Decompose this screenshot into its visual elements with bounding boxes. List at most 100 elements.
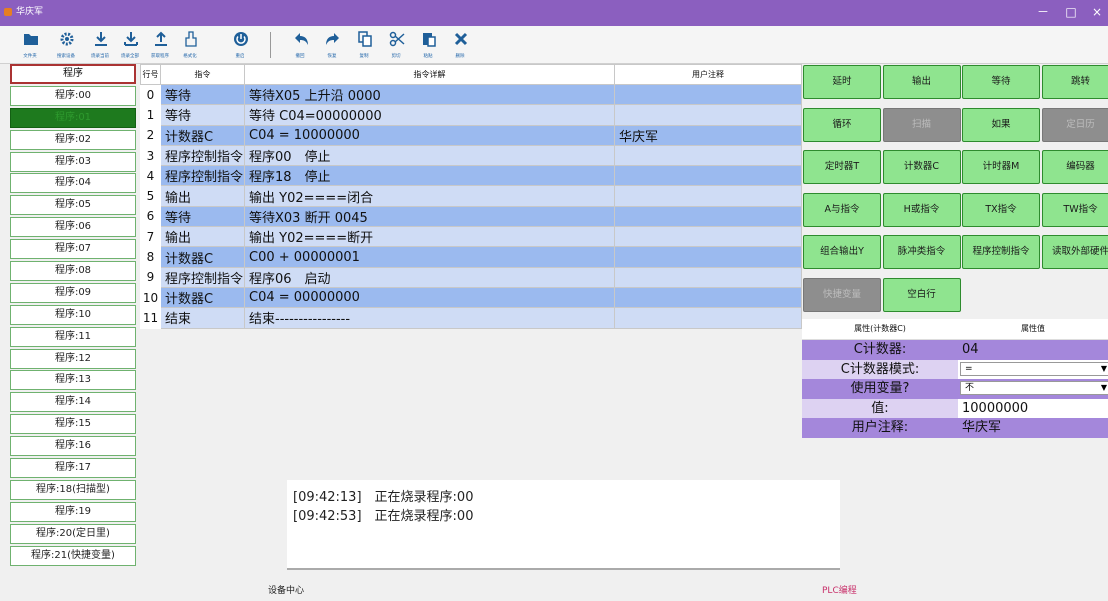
cell-detail[interactable]: 等待 C04=00000000: [244, 104, 615, 126]
instruction-button[interactable]: 编码器: [1041, 150, 1108, 184]
cell-comment[interactable]: [614, 286, 802, 309]
close-button[interactable]: ×: [1084, 2, 1108, 22]
program-item[interactable]: 程序:04: [10, 173, 136, 194]
cell-detail[interactable]: 输出 Y02====闭合: [244, 185, 615, 207]
program-item[interactable]: 程序:11: [10, 326, 136, 347]
table-row[interactable]: 6 等待 等待X03 断开 0045: [140, 205, 802, 228]
program-item[interactable]: 程序:18(扫描型): [10, 479, 136, 500]
cell-detail[interactable]: 输出 Y02====断开: [244, 226, 615, 248]
cell-instr[interactable]: 输出: [160, 185, 245, 207]
restart-button[interactable]: 重启: [226, 29, 254, 61]
instruction-button[interactable]: H或指令: [882, 192, 961, 227]
cell-comment[interactable]: [614, 307, 802, 329]
cut-button[interactable]: 剪切: [382, 29, 410, 61]
program-item[interactable]: 程序:09: [10, 282, 136, 303]
cell-detail[interactable]: 程序00 停止: [244, 144, 615, 167]
cell-line[interactable]: 6: [140, 205, 161, 228]
instruction-button[interactable]: 定时器T: [803, 150, 881, 184]
cell-instr[interactable]: 等待: [160, 104, 245, 126]
instruction-button[interactable]: 空白行: [882, 277, 961, 312]
table-row[interactable]: 1 等待 等待 C04=00000000: [140, 104, 802, 126]
table-row[interactable]: 7 输出 输出 Y02====断开: [140, 226, 802, 248]
instruction-button[interactable]: 程序控制指令: [962, 235, 1040, 269]
cell-detail[interactable]: 结束----------------: [244, 307, 615, 329]
cell-line[interactable]: 5: [140, 185, 161, 207]
cell-line[interactable]: 11: [140, 307, 161, 329]
cell-instr[interactable]: 程序控制指令: [160, 165, 245, 187]
cell-line[interactable]: 7: [140, 226, 161, 248]
program-item[interactable]: 程序:00: [10, 85, 136, 106]
cell-detail[interactable]: C00 + 00000001: [244, 246, 615, 268]
cell-instr[interactable]: 程序控制指令: [160, 144, 245, 167]
program-item[interactable]: 程序:20(定日里): [10, 523, 136, 544]
program-item[interactable]: 程序:03: [10, 151, 136, 172]
table-row[interactable]: 3 程序控制指令 程序00 停止: [140, 144, 802, 167]
instruction-button[interactable]: 跳转: [1041, 65, 1108, 99]
undo-button[interactable]: 撤回: [286, 29, 314, 61]
redo-button[interactable]: 恢复: [318, 29, 346, 61]
cell-detail[interactable]: 等待X03 断开 0045: [244, 205, 615, 228]
program-item[interactable]: 程序:01: [10, 107, 136, 128]
program-item[interactable]: 程序:21(快捷变量): [10, 545, 136, 566]
table-row[interactable]: 10 计数器C C04 = 00000000: [140, 286, 802, 309]
instruction-button[interactable]: TX指令: [962, 192, 1040, 227]
program-item[interactable]: 程序:14: [10, 392, 136, 413]
folder-button[interactable]: 文件夹: [16, 29, 44, 61]
cell-comment[interactable]: [614, 104, 802, 126]
cell-comment[interactable]: [614, 226, 802, 248]
delete-button[interactable]: 删除: [446, 29, 474, 61]
table-row[interactable]: 4 程序控制指令 程序18 停止: [140, 165, 802, 187]
cell-detail[interactable]: 程序18 停止: [244, 165, 615, 187]
program-item[interactable]: 程序:19: [10, 501, 136, 522]
cell-instr[interactable]: 计数器C: [160, 286, 245, 309]
cell-instr[interactable]: 程序控制指令: [160, 266, 245, 288]
cell-instr[interactable]: 输出: [160, 226, 245, 248]
cell-comment[interactable]: [614, 83, 802, 106]
instruction-button[interactable]: 延时: [803, 65, 881, 99]
program-item[interactable]: 程序:13: [10, 370, 136, 391]
table-row[interactable]: 8 计数器C C00 + 00000001: [140, 246, 802, 268]
program-item[interactable]: 程序:16: [10, 436, 136, 457]
tab-device-center[interactable]: 设备中心: [268, 583, 304, 596]
instruction-button[interactable]: 计数器C: [882, 150, 961, 184]
cell-comment[interactable]: [614, 205, 802, 228]
cell-instr[interactable]: 计数器C: [160, 124, 245, 146]
tab-plc-programming[interactable]: PLC编程: [822, 583, 857, 596]
maximize-button[interactable]: □: [1058, 2, 1084, 22]
program-item[interactable]: 程序:12: [10, 348, 136, 369]
program-item[interactable]: 程序:17: [10, 458, 136, 479]
property-select[interactable]: 不 ▼: [960, 381, 1108, 395]
copy-button[interactable]: 复制: [350, 29, 378, 61]
program-item[interactable]: 程序:06: [10, 217, 136, 238]
instruction-button[interactable]: 扫描: [882, 107, 961, 142]
instruction-button[interactable]: 输出: [882, 65, 961, 99]
cell-instr[interactable]: 等待: [160, 205, 245, 228]
program-item[interactable]: 程序:15: [10, 414, 136, 435]
burn-all-button[interactable]: 烧录全部: [116, 29, 144, 61]
cell-comment[interactable]: 华庆军: [614, 124, 802, 146]
cell-comment[interactable]: [614, 144, 802, 167]
cell-line[interactable]: 9: [140, 266, 161, 288]
instruction-button[interactable]: 定日历: [1041, 107, 1108, 142]
table-row[interactable]: 11 结束 结束----------------: [140, 307, 802, 329]
cell-comment[interactable]: [614, 246, 802, 268]
cell-line[interactable]: 2: [140, 124, 161, 146]
format-button[interactable]: 格式化: [176, 29, 204, 61]
instruction-button[interactable]: A与指令: [803, 192, 881, 227]
cell-line[interactable]: 10: [140, 286, 161, 309]
burn-current-button[interactable]: 烧录当前: [86, 29, 114, 61]
program-item[interactable]: 程序:02: [10, 129, 136, 150]
cell-detail[interactable]: C04 = 10000000: [244, 124, 615, 146]
program-item[interactable]: 程序:05: [10, 195, 136, 216]
instruction-button[interactable]: 计时器M: [962, 150, 1040, 184]
cell-line[interactable]: 0: [140, 83, 161, 106]
paste-button[interactable]: 粘贴: [414, 29, 442, 61]
property-select[interactable]: = ▼: [960, 361, 1108, 376]
property-value[interactable]: 04: [958, 340, 1108, 360]
instruction-button[interactable]: 如果: [962, 107, 1040, 142]
instruction-button[interactable]: 快捷变量: [803, 277, 881, 312]
instruction-button[interactable]: 循环: [803, 107, 881, 142]
table-row[interactable]: 0 等待 等待X05 上升沿 0000: [140, 83, 802, 106]
cell-detail[interactable]: 等待X05 上升沿 0000: [244, 83, 615, 106]
cell-instr[interactable]: 结束: [160, 307, 245, 329]
